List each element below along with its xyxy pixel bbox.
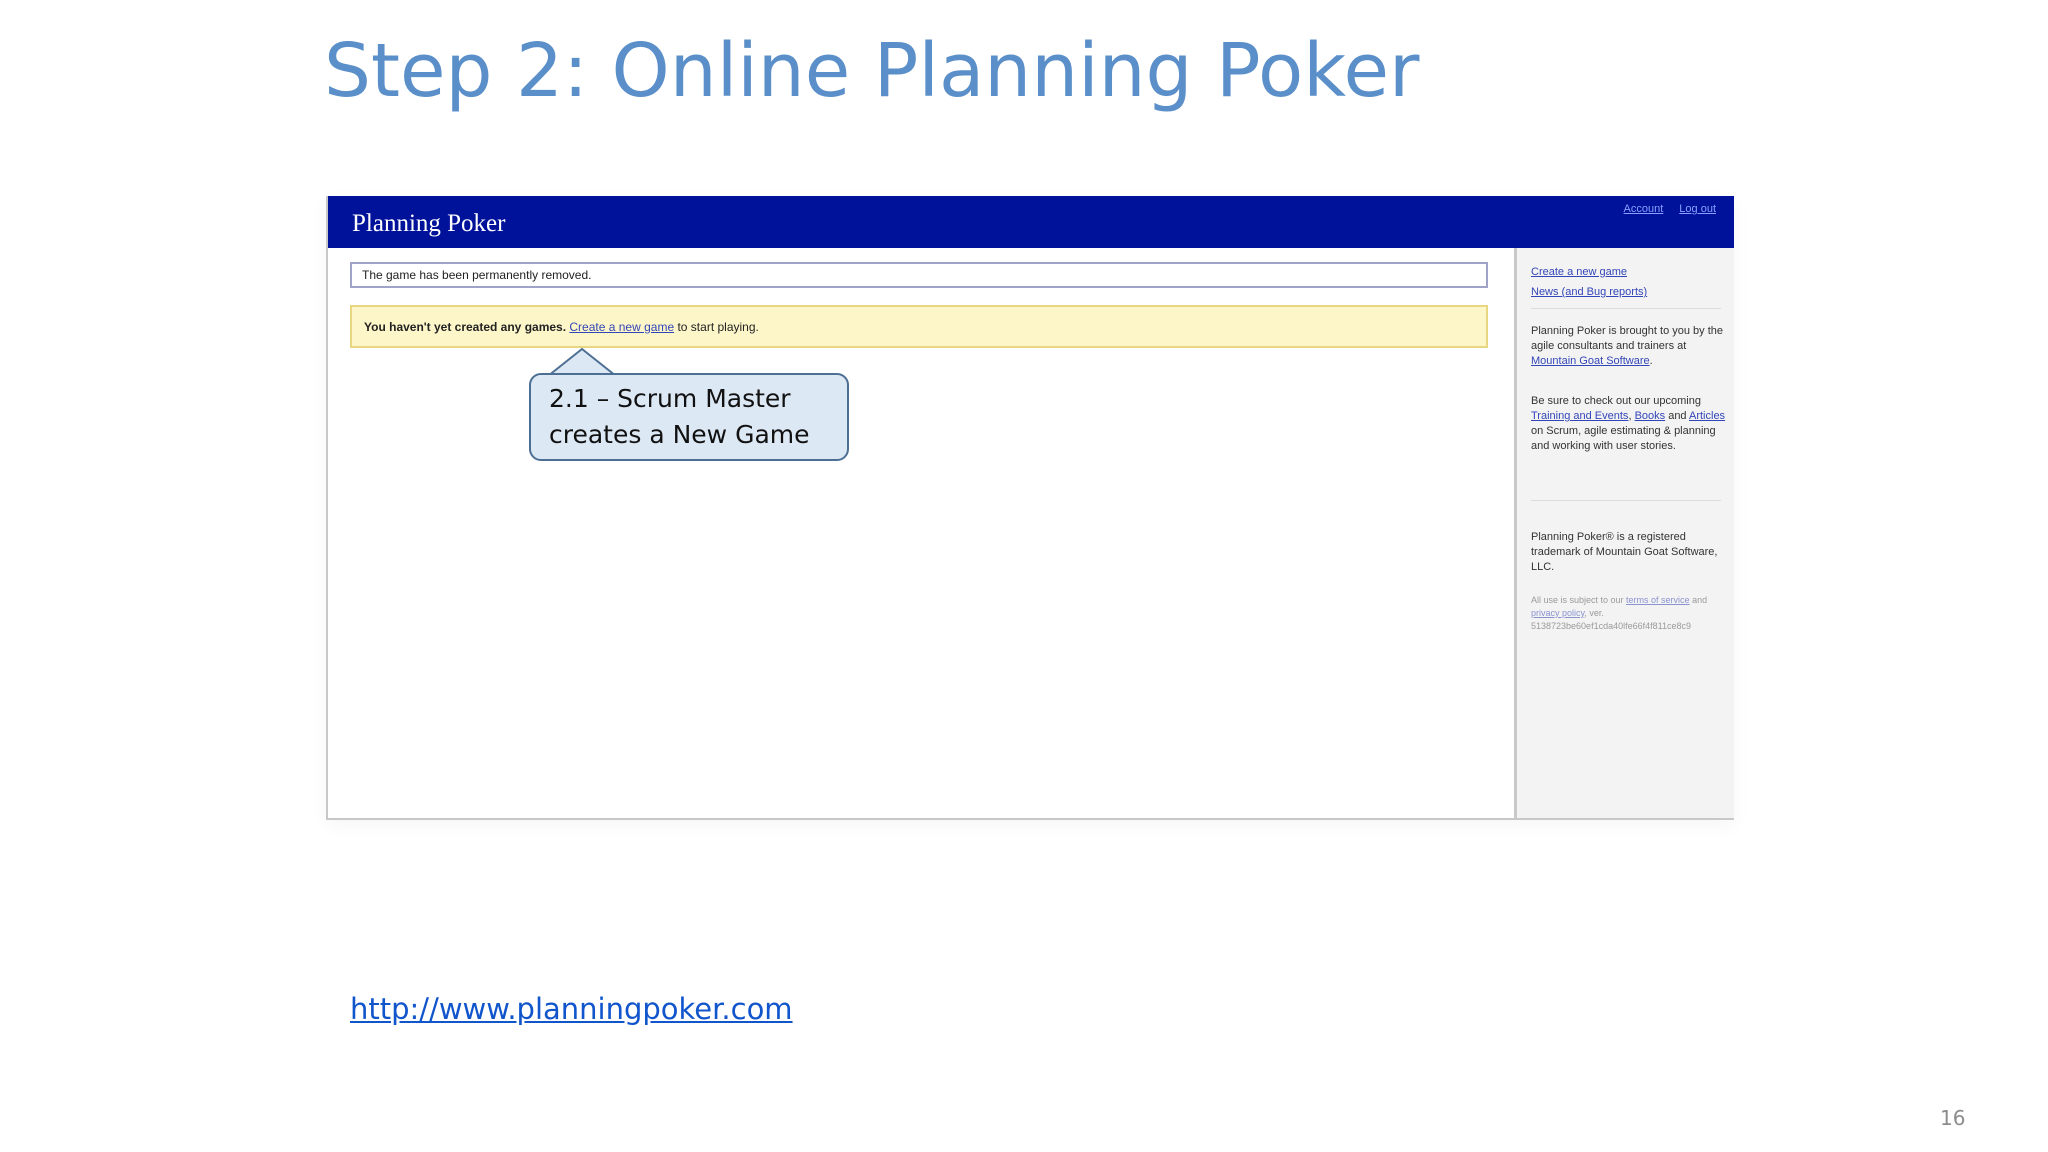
sidebar-links: Create a new game News (and Bug reports) bbox=[1531, 262, 1647, 302]
account-link[interactable]: Account bbox=[1624, 203, 1664, 215]
sidebar-fine-print: All use is subject to our terms of servi… bbox=[1531, 594, 1734, 633]
removed-notice: The game has been permanently removed. bbox=[350, 262, 1488, 288]
no-games-message: You haven't yet created any games. bbox=[364, 320, 567, 334]
create-new-game-link[interactable]: Create a new game bbox=[569, 320, 674, 334]
fine-text: All use is subject to our bbox=[1531, 595, 1627, 605]
header-links: Account Log out bbox=[1624, 203, 1716, 215]
version-hash: 5138723be60ef1cda40lfe66f4f811ce8c9 bbox=[1531, 621, 1691, 631]
training-events-link[interactable]: Training and Events bbox=[1531, 410, 1628, 422]
about-text: Planning Poker is brought to you by the … bbox=[1531, 325, 1724, 352]
planningpoker-url-link[interactable]: http://www.planningpoker.com bbox=[350, 992, 793, 1026]
sidebar-news-link[interactable]: News (and Bug reports) bbox=[1531, 282, 1647, 302]
website-screenshot: Planning Poker Account Log out The game … bbox=[326, 196, 1734, 820]
fine-sep: and bbox=[1689, 595, 1708, 605]
books-link[interactable]: Books bbox=[1635, 410, 1666, 422]
articles-link[interactable]: Articles bbox=[1689, 410, 1725, 422]
mountain-goat-link[interactable]: Mountain Goat Software bbox=[1531, 355, 1650, 367]
checkout-end: on Scrum, agile estimating & planning an… bbox=[1531, 425, 1716, 452]
slide-title: Step 2: Online Planning Poker bbox=[324, 28, 1420, 114]
sidebar-create-game-link[interactable]: Create a new game bbox=[1531, 262, 1647, 282]
sidebar-divider bbox=[1531, 500, 1721, 501]
logout-link[interactable]: Log out bbox=[1679, 203, 1716, 215]
page-number: 16 bbox=[1940, 1106, 1966, 1130]
site-header: Planning Poker Account Log out bbox=[328, 196, 1734, 248]
no-games-info-bar: You haven't yet created any games. Creat… bbox=[350, 305, 1488, 348]
slide: Step 2: Online Planning Poker Planning P… bbox=[0, 0, 2048, 1152]
sidebar-about-text: Planning Poker is brought to you by the … bbox=[1531, 324, 1727, 369]
checkout-sep: and bbox=[1665, 410, 1689, 422]
site-title: Planning Poker bbox=[352, 210, 506, 237]
about-end: . bbox=[1649, 355, 1653, 367]
sidebar-trademark-text: Planning Poker® is a registered trademar… bbox=[1531, 531, 1718, 573]
checkout-text: Be sure to check out our upcoming bbox=[1531, 395, 1701, 407]
sidebar-divider bbox=[1531, 308, 1721, 309]
site-sidebar: Create a new game News (and Bug reports)… bbox=[1514, 248, 1734, 818]
terms-of-service-link[interactable]: terms of service bbox=[1626, 595, 1690, 605]
sidebar-checkout-text: Be sure to check out our upcoming Traini… bbox=[1531, 394, 1727, 454]
callout-line-2: creates a New Game bbox=[549, 420, 810, 449]
site-main: The game has been permanently removed. Y… bbox=[328, 248, 1514, 818]
callout-line-1: 2.1 – Scrum Master bbox=[549, 384, 791, 413]
callout-box: 2.1 – Scrum Master creates a New Game bbox=[529, 373, 849, 461]
fine-end: , ver. bbox=[1584, 608, 1604, 618]
info-suffix: to start playing. bbox=[677, 320, 759, 334]
privacy-policy-link[interactable]: privacy policy bbox=[1531, 608, 1584, 618]
